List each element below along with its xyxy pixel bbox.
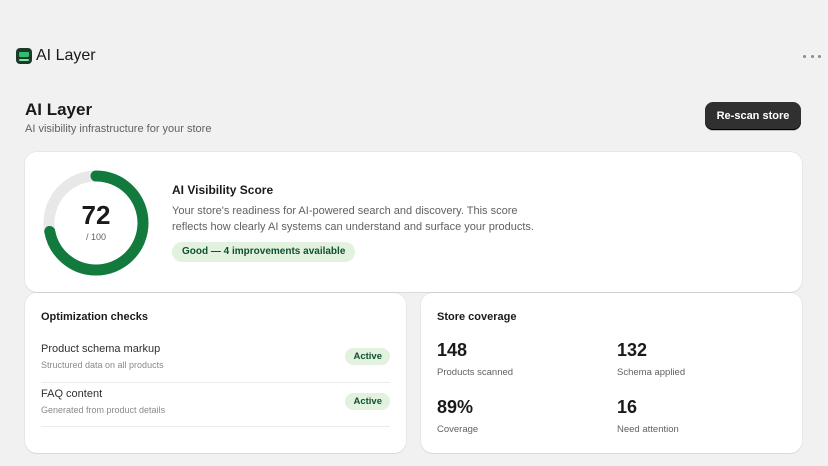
score-value: 72 [81, 200, 111, 230]
stat-label: Products scanned [437, 367, 514, 378]
app-name: AI Layer [36, 47, 96, 64]
visibility-score-card: 72 / 100 AI Visibility Score Your store'… [25, 152, 802, 292]
app-header: AI Layer [0, 0, 828, 86]
app-logo-icon [16, 48, 32, 64]
stat-label: Need attention [617, 424, 679, 435]
checks-title: Optimization checks [41, 311, 148, 323]
check-status-badge: Active [345, 348, 390, 365]
check-name: FAQ content [41, 388, 103, 400]
page-subtitle: AI visibility infrastructure for your st… [25, 123, 212, 135]
rescan-store-button[interactable]: Re-scan store [705, 102, 801, 130]
stat-value: 132 [617, 340, 648, 360]
score-title: AI Visibility Score [172, 183, 274, 197]
stat-schema-applied: 132 Schema applied [617, 339, 777, 378]
check-name: Product schema markup [41, 343, 161, 355]
check-row-product-schema[interactable]: Product schema markup Structured data on… [41, 337, 390, 381]
check-row-faq-content[interactable]: FAQ content Generated from product detai… [41, 382, 390, 426]
stat-products-scanned: 148 Products scanned [437, 339, 597, 378]
coverage-title: Store coverage [437, 311, 517, 323]
score-description: Your store's readiness for AI-powered se… [172, 205, 534, 233]
stat-value: 148 [437, 340, 468, 360]
stat-value: 16 [617, 397, 638, 417]
check-description: Structured data on all products [41, 360, 164, 370]
page-title: AI Layer [25, 100, 93, 119]
optimization-checks-card: Optimization checks Product schema marku… [25, 293, 406, 453]
stat-label: Schema applied [617, 367, 686, 378]
check-description: Generated from product details [41, 405, 166, 415]
check-status-badge: Active [345, 393, 390, 410]
more-actions-icon[interactable] [803, 50, 821, 62]
score-status-badge: Good — 4 improvements available [172, 242, 356, 262]
score-max: / 100 [85, 232, 107, 242]
stat-coverage: 89% Coverage [437, 396, 597, 435]
stat-label: Coverage [437, 424, 479, 435]
stat-value: 89% [437, 397, 474, 417]
stat-need-attention: 16 Need attention [617, 396, 777, 435]
store-coverage-card: Store coverage 148 Products scanned 132 … [421, 293, 802, 453]
check-row-divider [41, 426, 390, 453]
